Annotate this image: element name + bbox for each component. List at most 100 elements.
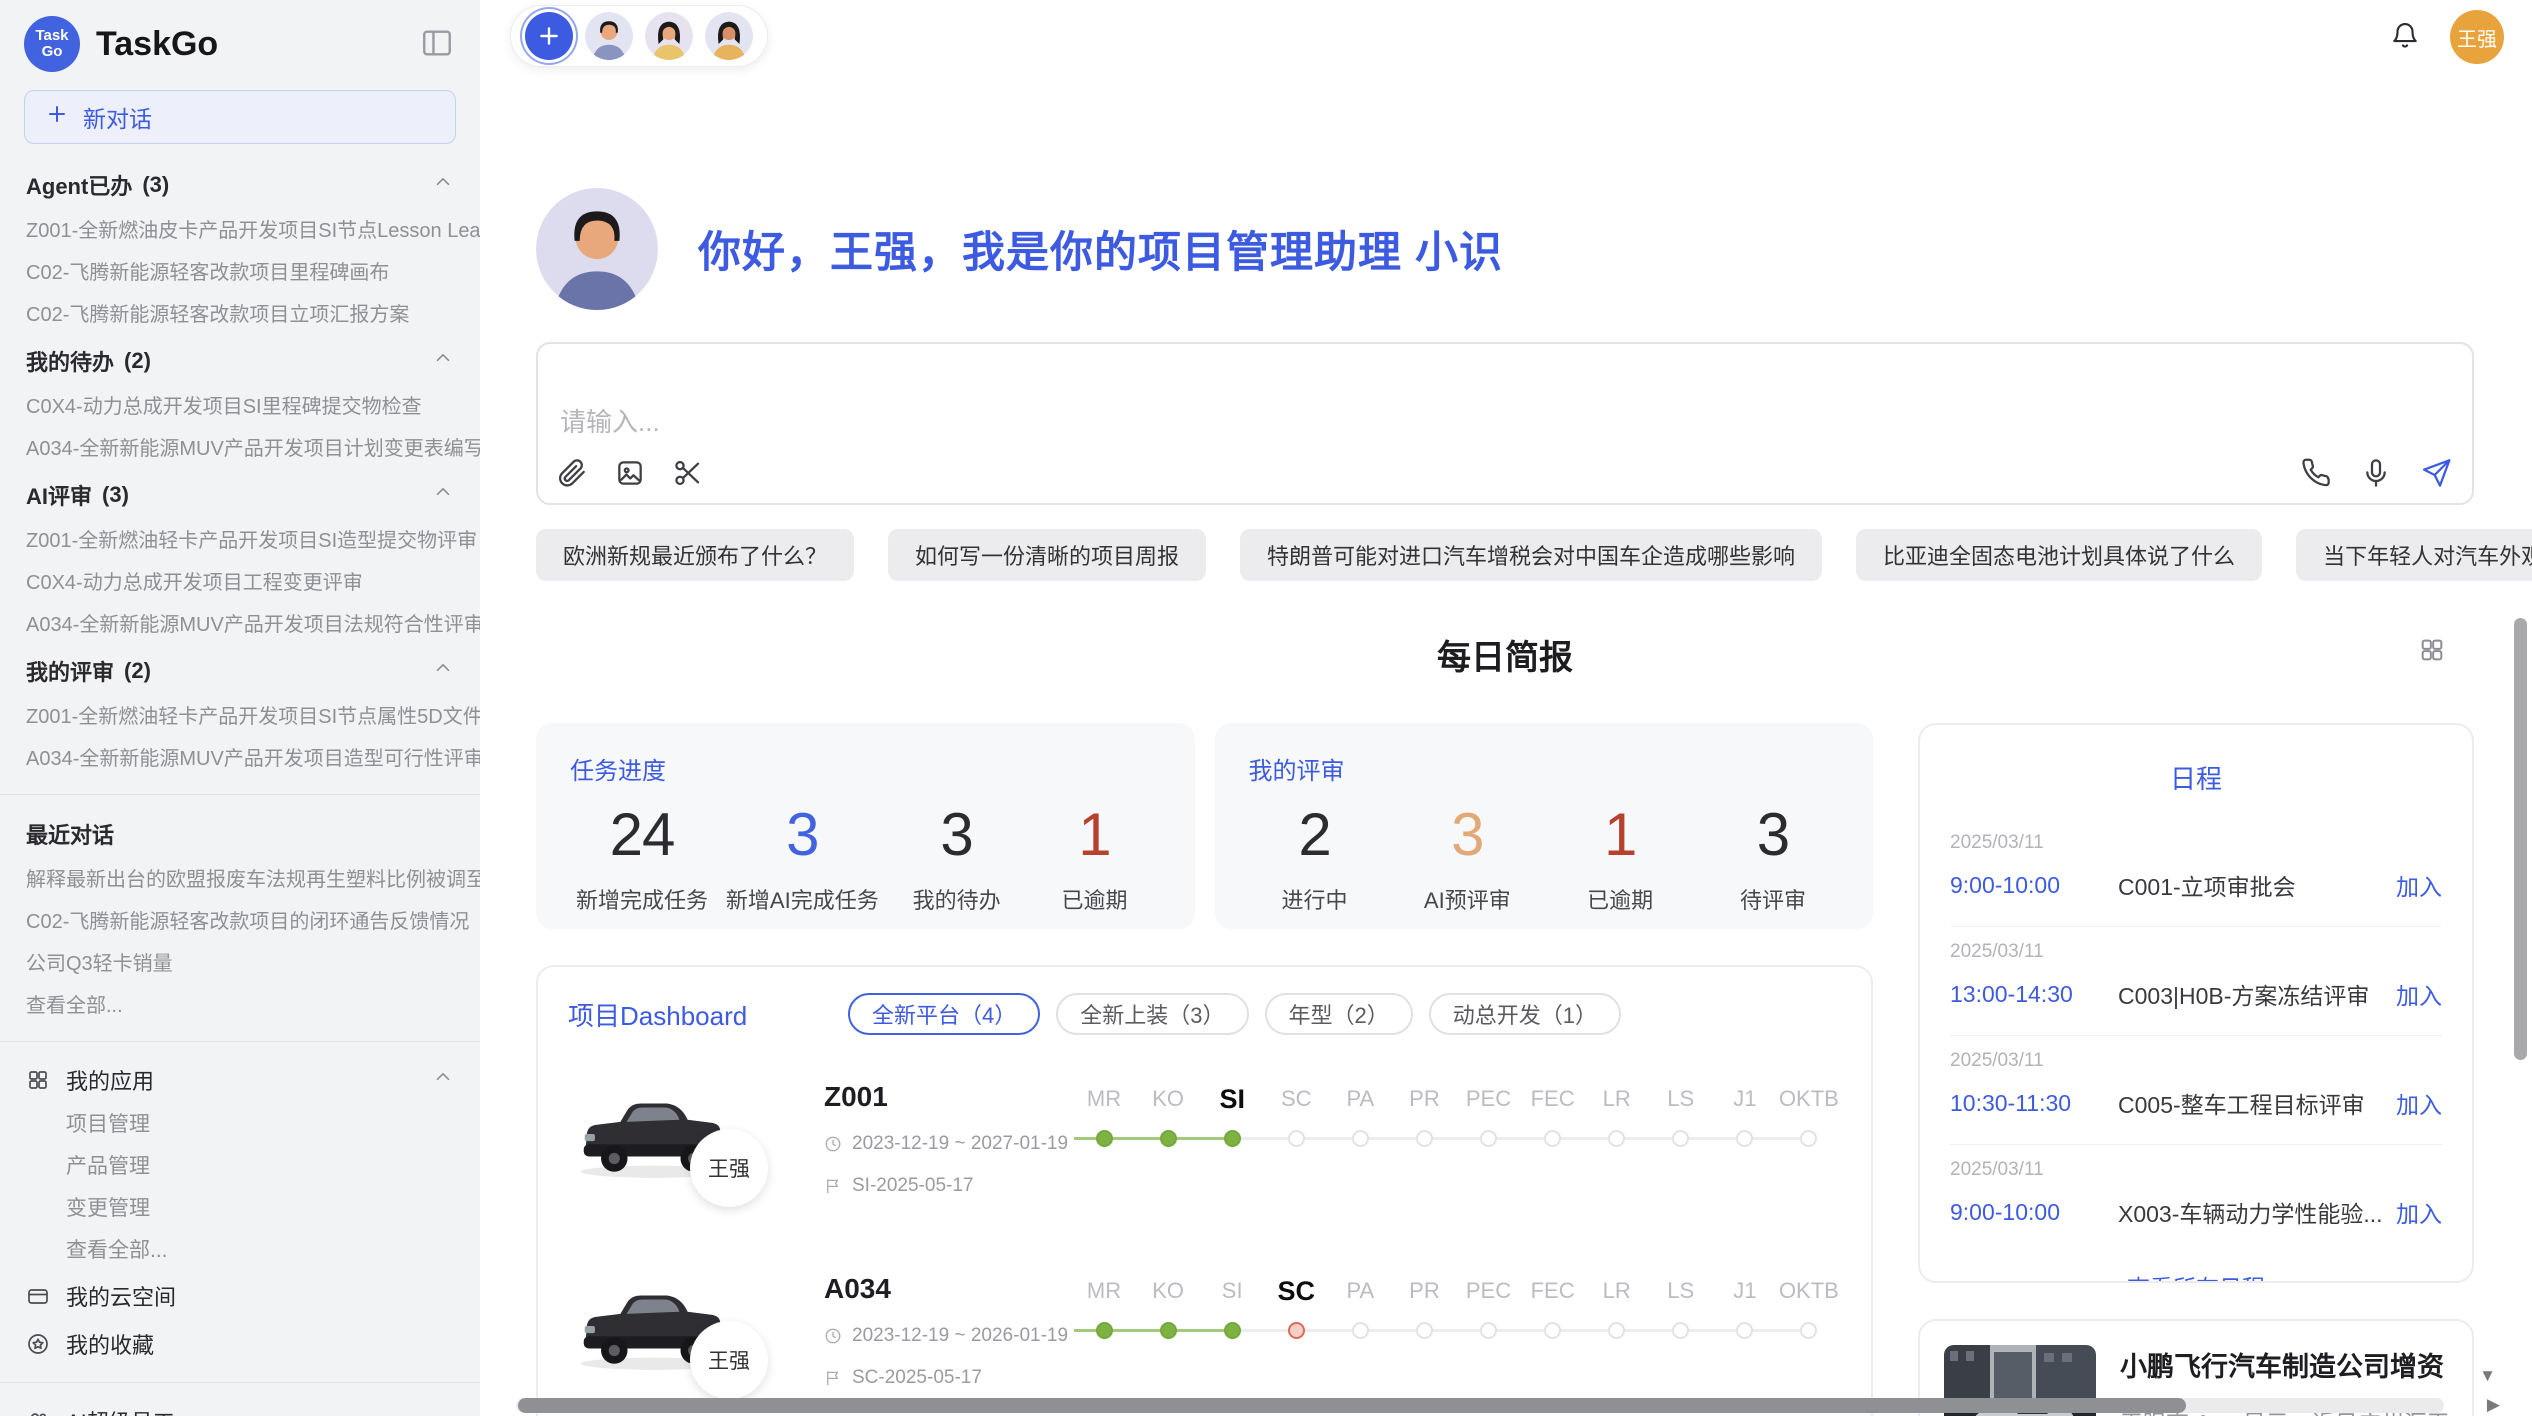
sidebar-header: Task Go TaskGo bbox=[0, 12, 480, 76]
project-list: 王强Z0012023-12-19 ~ 2027-01-19SI-2025-05-… bbox=[568, 1077, 1841, 1397]
chevron-up-icon[interactable] bbox=[432, 657, 454, 685]
event-join-link[interactable]: 加入 bbox=[2396, 1195, 2442, 1229]
sidebar-item[interactable]: C02-飞腾新能源轻客改款项目里程碑画布 bbox=[0, 252, 480, 294]
chevron-up-icon[interactable] bbox=[432, 347, 454, 375]
milestone-track: MRKOSISCPAPRPECFECLRLSJ1OKTB bbox=[1072, 1077, 1841, 1151]
project-row[interactable]: 王强A0342023-12-19 ~ 2026-01-19SC-2025-05-… bbox=[568, 1269, 1841, 1397]
snippet-scissors-icon[interactable] bbox=[672, 457, 704, 489]
dashboard-filter-tab[interactable]: 动总开发（1） bbox=[1429, 993, 1621, 1035]
project-flag: SI-2025-05-17 bbox=[824, 1175, 1072, 1197]
milestone-label: J1 bbox=[1713, 1079, 1777, 1119]
sidebar-tool-people[interactable]: AI超级员工 bbox=[0, 1397, 480, 1416]
section-count: (3) bbox=[102, 482, 129, 508]
flag-icon bbox=[824, 1177, 842, 1195]
sidebar-item[interactable]: C02-飞腾新能源轻客改款项目立项汇报方案 bbox=[0, 294, 480, 336]
sidebar-item[interactable]: Z001-全新燃油轻卡产品开发项目SI节点属性5D文件评审 bbox=[0, 696, 480, 738]
event-title: X003-车辆动力学性能验... bbox=[2118, 1195, 2396, 1229]
people-icon bbox=[26, 1409, 50, 1416]
dashboard-filter-tab[interactable]: 年型（2） bbox=[1265, 993, 1413, 1035]
suggestion-chip[interactable]: 当下年轻人对汽车外观有怎样的喜好趋势 bbox=[2296, 529, 2532, 581]
event-time: 13:00-14:30 bbox=[1950, 981, 2118, 1008]
app-menu-item[interactable]: 查看全部... bbox=[0, 1230, 480, 1272]
project-row[interactable]: 王强Z0012023-12-19 ~ 2027-01-19SI-2025-05-… bbox=[568, 1077, 1841, 1205]
project-media: 王强 bbox=[568, 1269, 824, 1397]
layout-grid-icon[interactable] bbox=[2418, 636, 2446, 669]
app-menu-item[interactable]: 产品管理 bbox=[0, 1146, 480, 1188]
stat-item: 1已逾期 bbox=[1560, 800, 1680, 915]
vertical-scrollbar-thumb[interactable] bbox=[2514, 618, 2527, 1060]
event-date: 2025/03/11 bbox=[1950, 832, 2442, 854]
stat-label: 已逾期 bbox=[1034, 883, 1154, 915]
stat-label: 待评审 bbox=[1713, 883, 1833, 915]
sidebar-section-header[interactable]: 我的评审(2) bbox=[0, 646, 480, 696]
recent-view-all-link[interactable]: 查看全部... bbox=[0, 985, 480, 1027]
sidebar-item[interactable]: Z001-全新燃油轻卡产品开发项目SI造型提交物评审 bbox=[0, 520, 480, 562]
sidebar: Task Go TaskGo 新对话 Agent已办(3)Z001-全新燃油皮卡… bbox=[0, 0, 480, 1416]
project-media: 王强 bbox=[568, 1077, 824, 1205]
daily-brief-title: 每日简报 bbox=[1437, 639, 1573, 677]
sidebar-item[interactable]: Z001-全新燃油皮卡产品开发项目SI节点Lesson Learn报告 bbox=[0, 210, 480, 252]
attach-file-icon[interactable] bbox=[556, 457, 588, 489]
sidebar-item[interactable]: A034-全新新能源MUV产品开发项目法规符合性评审 bbox=[0, 604, 480, 646]
stat-label: 已逾期 bbox=[1560, 883, 1680, 915]
horizontal-scrollbar-thumb[interactable] bbox=[518, 1398, 2186, 1413]
left-column: 任务进度24新增完成任务3新增AI完成任务3我的待办1已逾期我的评审2进行中3A… bbox=[536, 723, 1873, 1416]
composer-actions bbox=[2300, 457, 2452, 489]
milestone-dot bbox=[1544, 1130, 1561, 1147]
event-join-link[interactable]: 加入 bbox=[2396, 977, 2442, 1011]
dashboard-filter-tab[interactable]: 全新平台（4） bbox=[848, 993, 1040, 1035]
app-menu-item[interactable]: 变更管理 bbox=[0, 1188, 480, 1230]
app-menu-item[interactable]: 项目管理 bbox=[0, 1104, 480, 1146]
scroll-down-arrow[interactable]: ▼ bbox=[2479, 1367, 2496, 1384]
chevron-up-icon[interactable] bbox=[432, 481, 454, 509]
collapse-sidebar-icon[interactable] bbox=[420, 26, 456, 62]
milestone-dot bbox=[1352, 1130, 1369, 1147]
insert-image-icon[interactable] bbox=[614, 457, 646, 489]
app-root: Task Go TaskGo 新对话 Agent已办(3)Z001-全新燃油皮卡… bbox=[0, 0, 2532, 1416]
sidebar-item-cloud[interactable]: 我的云空间 bbox=[0, 1272, 480, 1320]
event-title: C005-整车工程目标评审 bbox=[2118, 1086, 2396, 1120]
milestone-label: FEC bbox=[1521, 1271, 1585, 1311]
stat-value: 3 bbox=[726, 800, 879, 869]
sidebar-section-header[interactable]: AI评审(3) bbox=[0, 470, 480, 520]
event-date: 2025/03/11 bbox=[1950, 941, 2442, 963]
view-all-schedule-link[interactable]: 查看所有日程 bbox=[1950, 1269, 2442, 1283]
stat-item: 24新增完成任务 bbox=[576, 800, 708, 915]
voice-call-icon[interactable] bbox=[2300, 457, 2332, 489]
section-title: 最近对话 bbox=[26, 818, 114, 850]
suggestion-chip[interactable]: 特朗普可能对进口汽车增税会对中国车企造成哪些影响 bbox=[1240, 529, 1822, 581]
sidebar-item-star[interactable]: 我的收藏 bbox=[0, 1320, 480, 1368]
dashboard-filter-tab[interactable]: 全新上装（3） bbox=[1056, 993, 1248, 1035]
sidebar-item[interactable]: A034-全新新能源MUV产品开发项目计划变更表编写 bbox=[0, 428, 480, 470]
project-info: Z0012023-12-19 ~ 2027-01-19SI-2025-05-17 bbox=[824, 1077, 1072, 1197]
sidebar-item[interactable]: C0X4-动力总成开发项目工程变更评审 bbox=[0, 562, 480, 604]
microphone-icon[interactable] bbox=[2360, 457, 2392, 489]
chevron-up-icon[interactable] bbox=[432, 171, 454, 199]
sidebar-item[interactable]: A034-全新新能源MUV产品开发项目造型可行性评审 bbox=[0, 738, 480, 780]
suggestion-chip[interactable]: 欧洲新规最近颁布了什么？ bbox=[536, 529, 854, 581]
message-composer[interactable]: 请输入... bbox=[536, 342, 2474, 505]
chevron-up-icon[interactable] bbox=[432, 1066, 454, 1094]
event-join-link[interactable]: 加入 bbox=[2396, 1086, 2442, 1120]
sidebar-section-header[interactable]: 我的待办(2) bbox=[0, 336, 480, 386]
recent-chat-item[interactable]: C02-飞腾新能源轻客改款项目的闭环通告反馈情况 bbox=[0, 901, 480, 943]
sidebar-section-header[interactable]: Agent已办(3) bbox=[0, 160, 480, 210]
milestone-label: OKTB bbox=[1777, 1271, 1841, 1311]
milestone-label: PR bbox=[1392, 1079, 1456, 1119]
milestone-dot bbox=[1672, 1130, 1689, 1147]
send-icon[interactable] bbox=[2420, 457, 2452, 489]
recent-chat-item[interactable]: 公司Q3轻卡销量 bbox=[0, 943, 480, 985]
suggestion-chip[interactable]: 如何写一份清晰的项目周报 bbox=[888, 529, 1206, 581]
scroll-right-arrow[interactable]: ▶ bbox=[2487, 1396, 2500, 1413]
stat-label: AI预评审 bbox=[1407, 883, 1527, 915]
stats-row: 任务进度24新增完成任务3新增AI完成任务3我的待办1已逾期我的评审2进行中3A… bbox=[536, 723, 1873, 929]
section-count: (3) bbox=[142, 172, 169, 198]
suggestion-chip[interactable]: 比亚迪全固态电池计划具体说了什么 bbox=[1856, 529, 2262, 581]
flag-icon bbox=[824, 1369, 842, 1387]
new-chat-button[interactable]: 新对话 bbox=[24, 90, 456, 144]
sidebar-section-header[interactable]: 最近对话 bbox=[0, 809, 480, 859]
sidebar-item-my-apps[interactable]: 我的应用 bbox=[0, 1056, 480, 1104]
sidebar-item[interactable]: C0X4-动力总成开发项目SI里程碑提交物检查 bbox=[0, 386, 480, 428]
recent-chat-item[interactable]: 解释最新出台的欧盟报废车法规再生塑料比例被调至15%... bbox=[0, 859, 480, 901]
event-join-link[interactable]: 加入 bbox=[2396, 868, 2442, 902]
